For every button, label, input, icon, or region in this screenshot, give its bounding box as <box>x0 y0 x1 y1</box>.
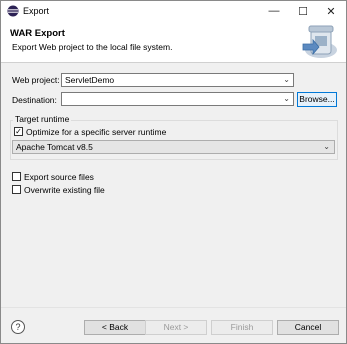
server-runtime-value: Apache Tomcat v8.5 <box>16 142 93 152</box>
destination-label: Destination: <box>12 95 57 105</box>
title-bar: Export — ☐ ✕ <box>1 1 346 21</box>
war-jar-icon <box>302 25 337 58</box>
optimize-checkbox[interactable]: ✓ <box>14 127 23 136</box>
browse-button[interactable]: Browse... <box>297 92 337 107</box>
eclipse-icon <box>7 5 19 17</box>
chevron-down-icon: ⌄ <box>283 94 290 103</box>
target-runtime-title: Target runtime <box>13 114 72 124</box>
chevron-down-icon: ⌄ <box>323 142 330 151</box>
cancel-button[interactable]: Cancel <box>277 320 339 335</box>
window-title: Export <box>23 6 50 16</box>
maximize-button[interactable]: ☐ <box>289 1 317 21</box>
minimize-button[interactable]: — <box>260 1 288 21</box>
close-button[interactable]: ✕ <box>317 1 345 21</box>
export-source-checkbox[interactable] <box>12 172 21 181</box>
web-project-label: Web project: <box>12 75 60 85</box>
server-runtime-combo[interactable]: Apache Tomcat v8.5 ⌄ <box>12 140 335 154</box>
wizard-title: WAR Export <box>10 28 65 39</box>
optimize-label[interactable]: Optimize for a specific server runtime <box>26 127 166 137</box>
web-project-value: ServletDemo <box>65 75 115 85</box>
chevron-down-icon: ⌄ <box>283 75 290 84</box>
help-icon[interactable]: ? <box>11 320 25 334</box>
export-source-label[interactable]: Export source files <box>24 172 94 182</box>
back-button[interactable]: < Back <box>84 320 146 335</box>
export-dialog: Export — ☐ ✕ WAR Export Export Web proje… <box>0 0 347 344</box>
overwrite-label[interactable]: Overwrite existing file <box>24 185 105 195</box>
wizard-description: Export Web project to the local file sys… <box>12 42 173 52</box>
checkmark-icon: ✓ <box>15 127 22 136</box>
next-button[interactable]: Next > <box>145 320 207 335</box>
destination-combo[interactable]: ⌄ <box>61 92 294 106</box>
web-project-combo[interactable]: ServletDemo ⌄ <box>61 73 294 87</box>
overwrite-checkbox[interactable] <box>12 185 21 194</box>
wizard-banner: WAR Export Export Web project to the loc… <box>1 21 346 63</box>
finish-button[interactable]: Finish <box>211 320 273 335</box>
footer-divider <box>1 307 346 308</box>
